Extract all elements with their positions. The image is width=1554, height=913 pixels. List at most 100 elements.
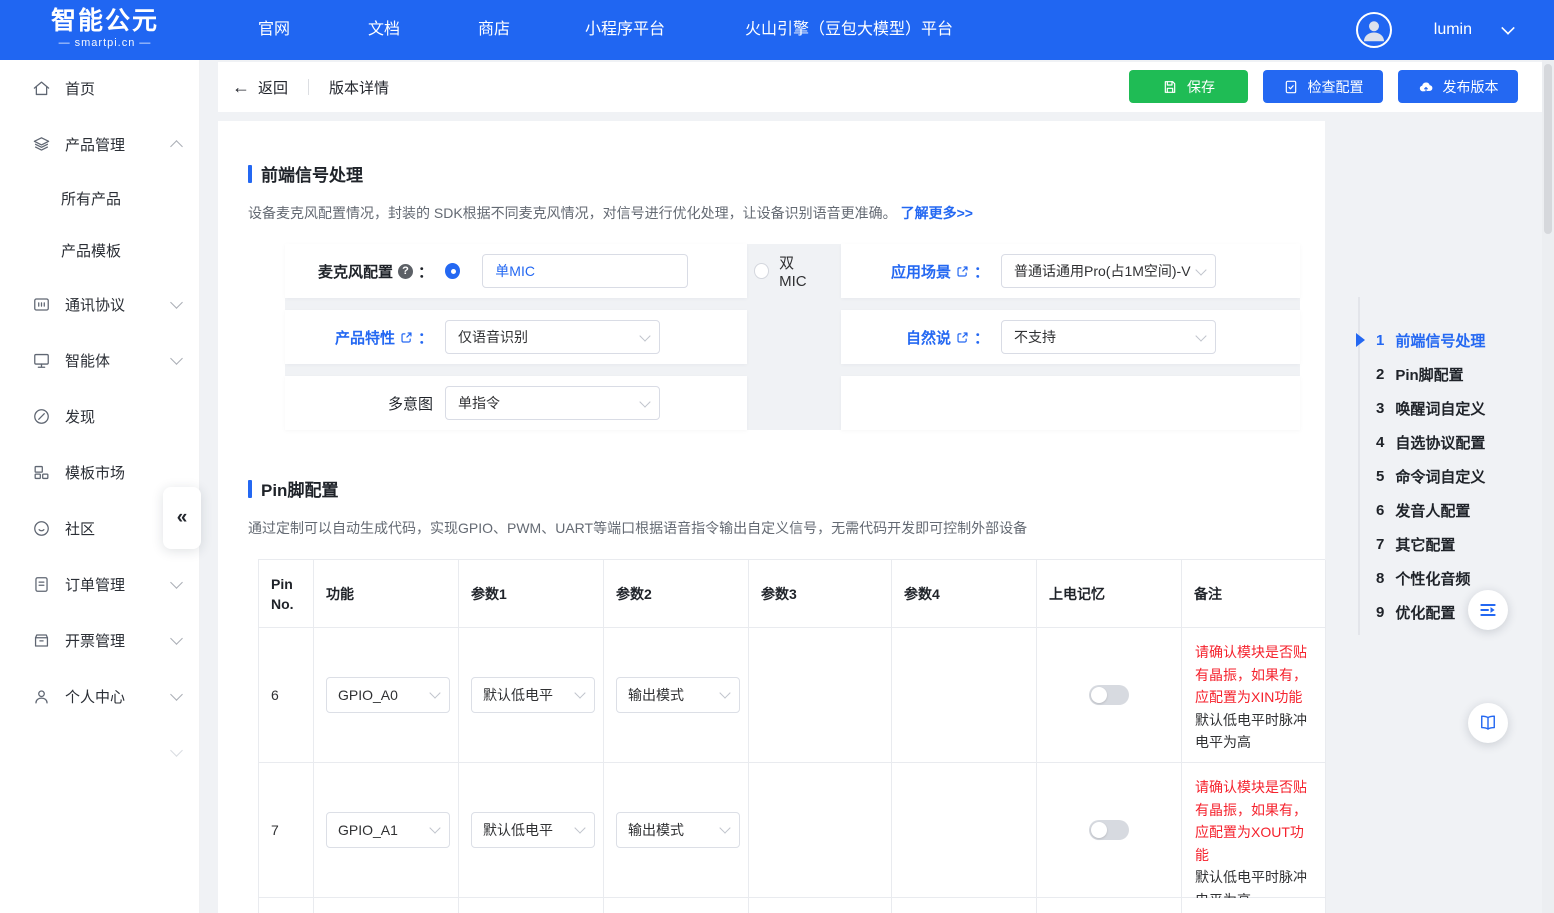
doc-check-icon [1283, 79, 1299, 95]
docs-book-button[interactable] [1468, 703, 1508, 743]
table-cell-param4 [892, 763, 1037, 898]
layers-icon [32, 135, 51, 154]
anchor-item-command-words[interactable]: 5命令词自定义 [1376, 459, 1532, 493]
anchor-item-other[interactable]: 7其它配置 [1376, 527, 1532, 561]
sidebar-item-invoice-management[interactable]: 开票管理 [0, 612, 199, 668]
anchor-item-speaker[interactable]: 6发音人配置 [1376, 493, 1532, 527]
user-avatar-icon [1359, 15, 1389, 45]
chevron-down-icon [719, 687, 730, 698]
chevron-down-icon[interactable] [1501, 21, 1515, 35]
collapse-sidebar-button[interactable]: « [163, 487, 201, 549]
sidebar-item-agent[interactable]: 智能体 [0, 332, 199, 388]
product-feature-label: 产品特性 ： [285, 327, 433, 348]
logo[interactable]: 智能公元 — smartpi.cn — [40, 7, 170, 49]
catalog-toggle-button[interactable] [1468, 590, 1508, 630]
sidebar-item-personal-center[interactable]: 个人中心 [0, 668, 199, 724]
user-menu[interactable]: lumin [1356, 0, 1514, 60]
sidebar-item-label: 产品模板 [61, 240, 181, 261]
scrollbar-thumb[interactable] [1544, 64, 1552, 234]
page-title: 版本详情 [329, 77, 389, 98]
avatar[interactable] [1356, 12, 1392, 48]
function-select[interactable]: GPIO_A0 [326, 677, 450, 713]
chevron-down-icon [170, 296, 183, 309]
pin-number: 7 [259, 763, 314, 898]
external-link-icon[interactable] [956, 331, 969, 344]
anchor-item-custom-audio[interactable]: 8个性化音频 [1376, 561, 1532, 595]
scene-label: 应用场景 ： [841, 261, 989, 282]
nav-item-miniprogram[interactable]: 小程序平台 [585, 0, 665, 60]
col-header-power-memory: 上电记忆 [1037, 560, 1182, 628]
external-link-icon[interactable] [400, 331, 413, 344]
col-header-function: 功能 [314, 560, 459, 628]
table-cell-power-memory [1037, 763, 1182, 898]
community-icon [32, 519, 51, 538]
sidebar-item-discover[interactable]: 发现 [0, 388, 199, 444]
anchor-nav: 1前端信号处理 2Pin脚配置 3唤醒词自定义 4自选协议配置 5命令词自定义 … [1352, 297, 1532, 629]
pin-section-title: Pin脚配置 [248, 476, 1325, 501]
col-header-param4: 参数4 [892, 560, 1037, 628]
param1-select[interactable]: 默认低电平 [471, 812, 595, 848]
divider [308, 79, 309, 95]
chevron-down-icon [639, 330, 650, 341]
radio-single-mic[interactable] [445, 263, 460, 279]
open-book-icon [1478, 713, 1498, 733]
title-bar-accent [248, 165, 252, 183]
sidebar-item-communication-protocol[interactable]: 通讯协议 [0, 276, 199, 332]
sidebar-item-label: 订单管理 [65, 574, 172, 595]
help-icon[interactable]: ? [398, 264, 413, 279]
back-button[interactable]: 返回 [258, 77, 288, 98]
scene-select[interactable]: 普通话通用Pro(占1M空间)-V [1001, 254, 1216, 288]
save-button[interactable]: 保存 [1129, 70, 1248, 103]
check-config-button[interactable]: 检查配置 [1263, 70, 1383, 103]
chevron-down-icon [170, 688, 183, 701]
nav-item-volcengine[interactable]: 火山引擎（豆包大模型）平台 [745, 0, 953, 60]
signal-section-desc: 设备麦克风配置情况，封装的 SDK根据不同麦克风情况，对信号进行优化处理，让设备… [248, 203, 1325, 223]
function-select[interactable]: GPIO_A1 [326, 812, 450, 848]
external-link-icon[interactable] [956, 265, 969, 278]
anchor-item-pin[interactable]: 2Pin脚配置 [1376, 357, 1532, 391]
table-cell-function: GPIO_A2 [314, 898, 459, 913]
anchor-item-optimization[interactable]: 9优化配置 [1376, 595, 1532, 629]
remark-text: 默认低电平时脉冲电平为高 [1195, 709, 1315, 754]
sidebar-item-product-management[interactable]: 产品管理 [0, 116, 199, 172]
natural-speech-card: 自然说 ： 不支持 [841, 310, 1300, 364]
radio-dual-mic[interactable] [754, 263, 769, 279]
invoice-icon [32, 631, 51, 650]
sidebar-item-home[interactable]: 首页 [0, 60, 199, 116]
learn-more-link[interactable]: 了解更多>> [901, 205, 973, 221]
mic-config-card: 麦克风配置 ? ： 单MIC 双MIC [285, 244, 747, 298]
sidebar-item-all-products[interactable]: 所有产品 [0, 172, 199, 224]
back-arrow-icon[interactable]: ← [232, 77, 250, 98]
chevron-down-icon [574, 687, 585, 698]
nav-item-docs[interactable]: 文档 [368, 0, 400, 60]
anchor-item-protocol[interactable]: 4自选协议配置 [1376, 425, 1532, 459]
sidebar-item-extra[interactable] [0, 724, 199, 780]
person-icon [32, 687, 51, 706]
active-anchor-arrow-icon [1356, 333, 1365, 347]
power-memory-toggle[interactable] [1089, 685, 1129, 705]
param1-select[interactable]: 默认低电平 [471, 677, 595, 713]
empty-card [841, 376, 1300, 430]
product-feature-select[interactable]: 仅语音识别 [445, 320, 660, 354]
param2-select[interactable]: 输出模式 [616, 677, 740, 713]
user-name: lumin [1434, 21, 1472, 39]
nav-item-official-site[interactable]: 官网 [258, 0, 290, 60]
sidebar-item-order-management[interactable]: 订单管理 [0, 556, 199, 612]
power-memory-toggle[interactable] [1089, 820, 1129, 840]
anchor-item-wakeword[interactable]: 3唤醒词自定义 [1376, 391, 1532, 425]
table-cell-param1: 默认低电平 [459, 898, 604, 913]
col-header-pin-no: Pin No. [259, 560, 314, 628]
publish-version-button[interactable]: 发布版本 [1398, 70, 1518, 103]
compass-icon [32, 407, 51, 426]
natural-speech-select[interactable]: 不支持 [1001, 320, 1216, 354]
sidebar-item-label: 模板市场 [65, 462, 181, 483]
nav-item-store[interactable]: 商店 [478, 0, 510, 60]
table-cell-param3 [749, 763, 892, 898]
remark-warning-text: 请确认模块是否贴有晶振，如果有，应配置为XOUT功能 [1195, 776, 1315, 866]
scrollbar[interactable] [1542, 60, 1554, 913]
sidebar-item-product-templates[interactable]: 产品模板 [0, 224, 199, 276]
anchor-item-signal[interactable]: 1前端信号处理 [1376, 323, 1532, 357]
table-cell-param2: 输出模式 [604, 628, 749, 763]
param2-select[interactable]: 输出模式 [616, 812, 740, 848]
multi-intent-select[interactable]: 单指令 [445, 386, 660, 420]
